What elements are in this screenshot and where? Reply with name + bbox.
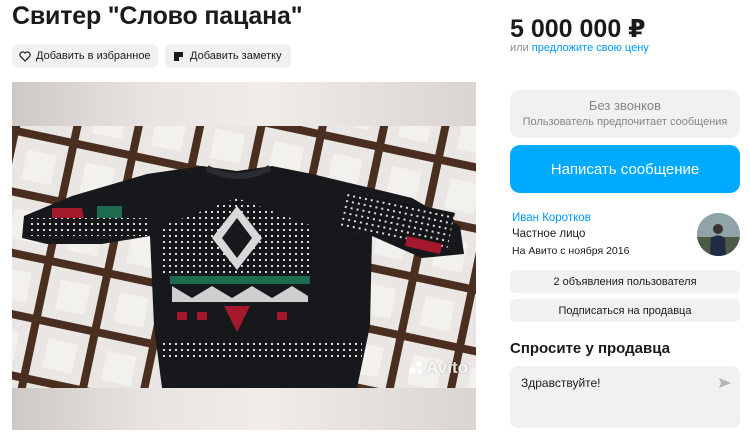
note-icon — [172, 50, 185, 62]
seller-type: Частное лицо — [512, 228, 586, 240]
seller-name-link[interactable]: Иван Коротков — [512, 212, 591, 224]
subscribe-seller-button[interactable]: Подписаться на продавца — [510, 299, 740, 322]
seller-avatar[interactable] — [697, 213, 740, 256]
offer-prefix: или — [510, 42, 532, 54]
heart-icon — [19, 50, 31, 62]
no-calls-title: Без звонков — [588, 98, 662, 113]
sweater-photo — [12, 126, 476, 388]
ask-seller-input[interactable]: Здравствуйте! — [510, 366, 740, 428]
watermark-text: Avito — [426, 358, 468, 377]
offer-price-link[interactable]: предложите свою цену — [532, 42, 649, 54]
avito-logo — [409, 361, 423, 375]
avito-watermark: Avito — [409, 358, 468, 378]
ask-seller-title: Спросите у продавца — [510, 340, 670, 357]
no-calls-notice: Без звонков Пользователь предпочитает со… — [510, 90, 740, 138]
send-icon[interactable] — [718, 376, 732, 388]
favorites-label: Добавить в избранное — [36, 50, 151, 62]
add-note-button[interactable]: Добавить заметку — [165, 44, 291, 68]
seller-ads-button[interactable]: 2 объявления пользователя — [510, 270, 740, 293]
add-to-favorites-button[interactable]: Добавить в избранное — [12, 44, 158, 68]
listing-title: Свитер "Слово пацана" — [12, 2, 303, 30]
note-label: Добавить заметку — [190, 50, 282, 62]
no-calls-subtitle: Пользователь предпочитает сообщения — [522, 116, 728, 128]
write-message-button[interactable]: Написать сообщение — [510, 145, 740, 193]
price: 5 000 000 ₽ — [510, 15, 646, 43]
ask-message-text: Здравствуйте! — [521, 376, 601, 390]
price-offer-line: или предложите свою цену — [510, 42, 649, 54]
photo-gallery[interactable]: Avito — [12, 82, 476, 430]
seller-since: На Авито с ноября 2016 — [512, 245, 630, 257]
